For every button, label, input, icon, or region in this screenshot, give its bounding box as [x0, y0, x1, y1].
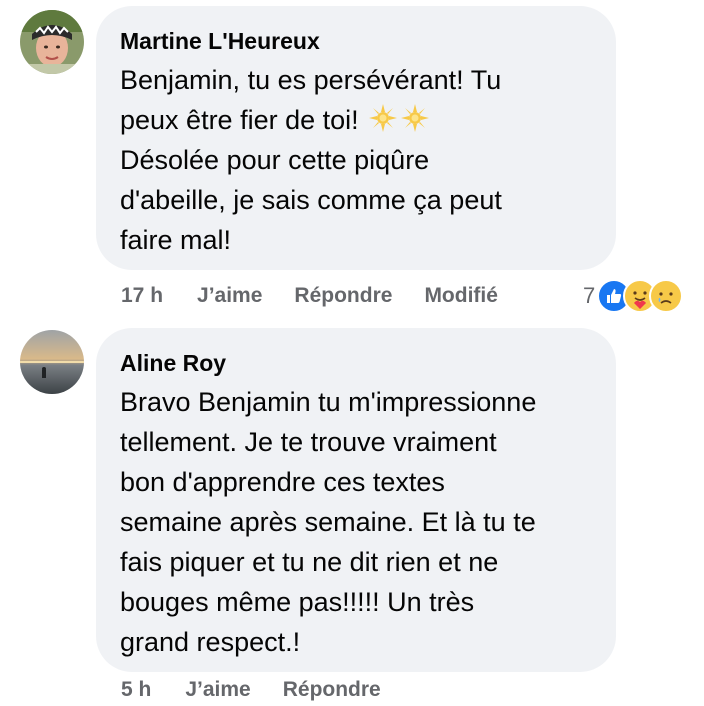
comment-bubble: Martine L'Heureux Benjamin, tu es persév…	[96, 6, 616, 270]
like-button[interactable]: J’aime	[185, 678, 250, 702]
comment-text: Bravo Benjamin tu m'impressionne telleme…	[120, 387, 537, 657]
comment-author[interactable]: Martine L'Heureux	[120, 26, 592, 56]
sun-emoji-icon	[368, 103, 398, 133]
reply-button[interactable]: Répondre	[294, 284, 392, 308]
comment-text-line2: peux être fier de toi!	[120, 105, 359, 135]
avatar-photo-icon	[20, 10, 84, 74]
edited-label[interactable]: Modifié	[424, 284, 498, 308]
avatar[interactable]	[20, 10, 84, 74]
like-button[interactable]: J’aime	[197, 284, 262, 308]
avatar[interactable]	[20, 330, 84, 394]
comment-author[interactable]: Aline Roy	[120, 348, 592, 378]
sad-icon	[649, 279, 684, 313]
reaction-count: 7	[583, 283, 596, 308]
avatar-photo-icon	[20, 330, 84, 394]
comment-actions: 17 h J’aime Répondre Modifié	[121, 284, 530, 308]
reactions-summary[interactable]: 7	[583, 276, 684, 316]
timestamp[interactable]: 17 h	[121, 284, 163, 308]
comment-bubble: Aline Roy Bravo Benjamin tu m'impression…	[96, 328, 616, 672]
comment-text-rest: Désolée pour cette piqûre d'abeille, je …	[120, 145, 502, 255]
sun-emoji-icon	[400, 103, 430, 133]
timestamp[interactable]: 5 h	[121, 678, 151, 702]
comment-text: Benjamin, tu es persévérant! Tu peux êtr…	[120, 60, 592, 260]
comment-text-line1: Benjamin, tu es persévérant! Tu	[120, 65, 502, 95]
reply-button[interactable]: Répondre	[283, 678, 381, 702]
comment-actions: 5 h J’aime Répondre	[121, 678, 413, 702]
